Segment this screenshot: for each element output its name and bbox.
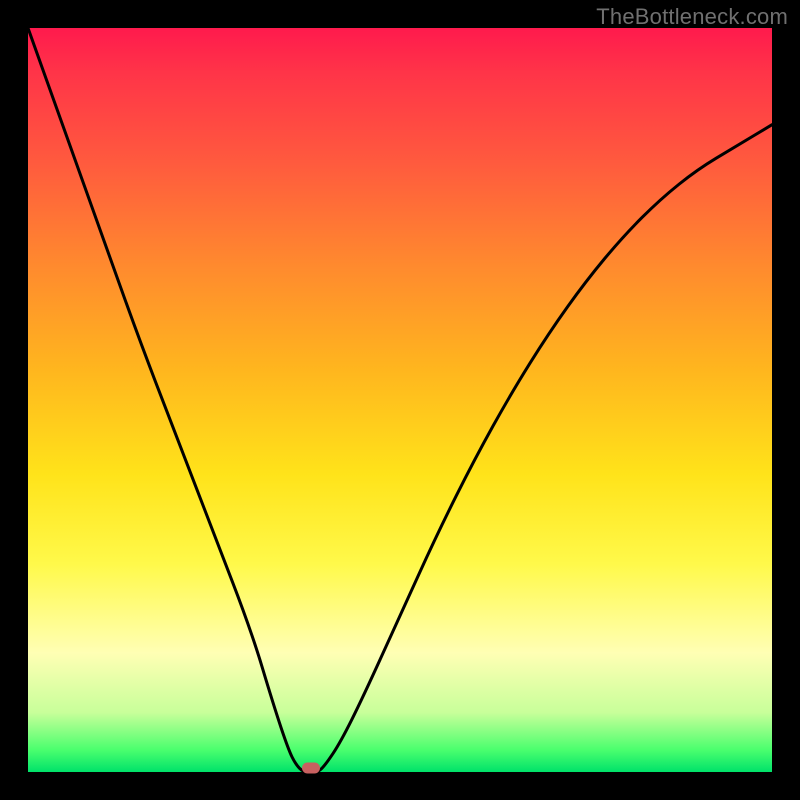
bottleneck-curve <box>28 28 772 772</box>
optimal-point-marker <box>302 763 320 774</box>
chart-frame: TheBottleneck.com <box>0 0 800 800</box>
watermark-text: TheBottleneck.com <box>596 4 788 30</box>
